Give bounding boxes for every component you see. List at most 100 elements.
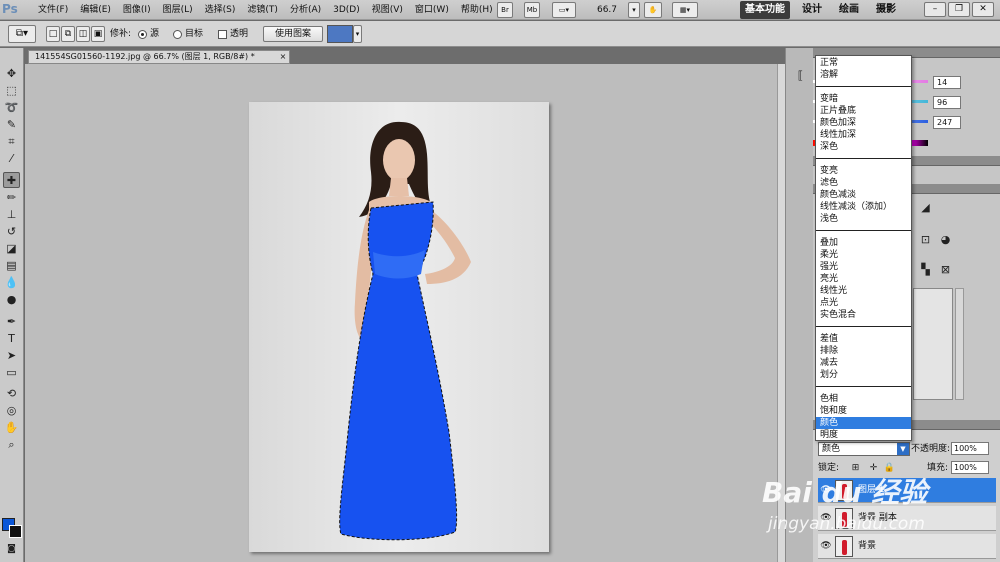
clone-stamp-tool-icon[interactable]: ⊥	[3, 207, 20, 223]
menu-item[interactable]: 3D(D)	[327, 0, 366, 20]
red-value-field[interactable]: 14	[933, 76, 961, 89]
transparent-checkbox[interactable]	[218, 30, 227, 39]
layer-row[interactable]: 👁 背景 副本	[818, 506, 996, 531]
menu-item[interactable]: 分析(A)	[284, 0, 327, 20]
subtract-selection-icon[interactable]: ◫	[76, 26, 90, 42]
blend-mode-option[interactable]: 浅色	[816, 213, 911, 225]
tool-preset-icon[interactable]: ⧉▾	[8, 25, 36, 43]
zoom-level[interactable]: 66.7	[590, 2, 624, 18]
blend-mode-option[interactable]: 色相	[816, 393, 911, 405]
pattern-dropdown-icon[interactable]: ▾	[353, 25, 362, 43]
blend-mode-option[interactable]: 差值	[816, 333, 911, 345]
blend-mode-option[interactable]: 滤色	[816, 177, 911, 189]
menu-item[interactable]: 视图(V)	[366, 0, 409, 20]
eyedropper-tool-icon[interactable]: ⁄	[3, 151, 20, 167]
blend-mode-option[interactable]: 正常	[816, 57, 911, 69]
canvas-workspace[interactable]	[25, 64, 777, 562]
crop-tool-icon[interactable]: ⌗	[3, 134, 20, 150]
blend-mode-option[interactable]: 颜色减淡	[816, 189, 911, 201]
fill-field[interactable]: 100%	[951, 461, 989, 474]
history-panel-icon[interactable]: ⟦	[792, 68, 809, 84]
blend-mode-option[interactable]: 柔光	[816, 249, 911, 261]
workspace-paint-button[interactable]: 绘画	[834, 1, 864, 19]
background-color-swatch[interactable]	[9, 525, 22, 538]
menu-item[interactable]: 选择(S)	[199, 0, 242, 20]
document-tab[interactable]: 141554SG01560-1192.jpg @ 66.7% (图层 1, RG…	[28, 50, 290, 64]
zoom-tool-icon[interactable]: ⌕	[3, 437, 20, 453]
dodge-tool-icon[interactable]: ●	[3, 292, 20, 308]
blend-mode-option[interactable]: 点光	[816, 297, 911, 309]
mini-bridge-button[interactable]: Mb	[524, 2, 540, 18]
blend-mode-option[interactable]: 叠加	[816, 237, 911, 249]
channel-mixer-icon[interactable]: ◕	[937, 232, 954, 248]
3d-orbit-tool-icon[interactable]: ◎	[3, 403, 20, 419]
view-extras-icon[interactable]: ▭▾	[552, 2, 576, 18]
blend-mode-option[interactable]: 亮光	[816, 273, 911, 285]
lock-position-icon[interactable]: ✛	[865, 460, 882, 476]
vertical-scrollbar[interactable]	[777, 64, 785, 562]
lock-all-icon[interactable]: 🔒	[881, 460, 898, 476]
minimize-icon[interactable]: –	[924, 2, 946, 17]
bridge-button[interactable]: Br	[497, 2, 513, 18]
close-tab-icon[interactable]: ×	[279, 52, 287, 61]
shape-tool-icon[interactable]: ▭	[3, 365, 20, 381]
use-pattern-button[interactable]: 使用图案	[263, 26, 323, 42]
hand-tool-icon[interactable]: ✋	[644, 2, 662, 18]
add-selection-icon[interactable]: ⧉	[61, 26, 75, 42]
levels-adjust-icon[interactable]: ◢	[917, 200, 934, 216]
blend-mode-option[interactable]: 强光	[816, 261, 911, 273]
new-selection-icon[interactable]: □	[46, 26, 60, 42]
menu-item[interactable]: 编辑(E)	[74, 0, 117, 20]
workspace-basic-button[interactable]: 基本功能	[740, 1, 790, 19]
blend-mode-option[interactable]: 线性减淡（添加）	[816, 201, 911, 213]
blend-mode-option[interactable]: 变亮	[816, 165, 911, 177]
green-value-field[interactable]: 96	[933, 96, 961, 109]
source-radio[interactable]	[138, 30, 147, 39]
gradient-tool-icon[interactable]: ▤	[3, 258, 20, 274]
path-selection-tool-icon[interactable]: ➤	[3, 348, 20, 364]
layer-row[interactable]: 👁 图层 1	[818, 478, 996, 503]
quick-mask-icon[interactable]: ◙	[3, 541, 20, 557]
move-tool-icon[interactable]: ✥	[3, 66, 20, 82]
blend-mode-option[interactable]: 线性加深	[816, 129, 911, 141]
invert-adjust-icon[interactable]: ▚	[917, 262, 934, 278]
blend-mode-option[interactable]: 划分	[816, 369, 911, 381]
pen-tool-icon[interactable]: ✒	[3, 314, 20, 330]
blend-mode-option[interactable]: 实色混合	[816, 309, 911, 321]
threshold-adjust-icon[interactable]: ⊠	[937, 262, 954, 278]
blend-mode-option[interactable]: 明度	[816, 429, 911, 441]
menu-item[interactable]: 窗口(W)	[409, 0, 455, 20]
pattern-picker-swatch[interactable]	[327, 25, 353, 43]
visibility-eye-icon[interactable]: 👁	[820, 484, 832, 496]
zoom-dropdown-icon[interactable]: ▾	[628, 2, 640, 18]
blend-mode-option[interactable]: 变暗	[816, 93, 911, 105]
menu-item[interactable]: 滤镜(T)	[241, 0, 284, 20]
arrange-documents-icon[interactable]: ▦▾	[672, 2, 698, 18]
blend-mode-option[interactable]: 饱和度	[816, 405, 911, 417]
blue-value-field[interactable]: 247	[933, 116, 961, 129]
blend-mode-option[interactable]: 溶解	[816, 69, 911, 81]
workspace-photo-button[interactable]: 摄影	[871, 1, 901, 19]
blend-mode-option[interactable]: 减去	[816, 357, 911, 369]
restore-icon[interactable]: ❐	[948, 2, 970, 17]
close-icon[interactable]: ✕	[972, 2, 994, 17]
blur-tool-icon[interactable]: 💧	[3, 275, 20, 291]
visibility-eye-icon[interactable]: 👁	[820, 540, 832, 552]
menu-item[interactable]: 图层(L)	[157, 0, 199, 20]
adjustments-scrollbar[interactable]	[955, 288, 964, 400]
blend-mode-option[interactable]: 颜色加深	[816, 117, 911, 129]
blend-mode-select[interactable]: 颜色 ▼	[818, 442, 910, 456]
brush-tool-icon[interactable]: ✏	[3, 190, 20, 206]
marquee-tool-icon[interactable]: ⬚	[3, 83, 20, 99]
blend-mode-option[interactable]: 正片叠底	[816, 105, 911, 117]
intersect-selection-icon[interactable]: ▣	[91, 26, 105, 42]
document-image[interactable]	[249, 102, 549, 552]
blend-mode-option[interactable]: 排除	[816, 345, 911, 357]
3d-rotate-tool-icon[interactable]: ⟲	[3, 386, 20, 402]
camera-adjust-icon[interactable]: ⊡	[917, 232, 934, 248]
eraser-tool-icon[interactable]: ◪	[3, 241, 20, 257]
lock-pixels-icon[interactable]: ⊞	[847, 460, 864, 476]
quick-selection-tool-icon[interactable]: ✎	[3, 117, 20, 133]
hand-tool-panel-icon[interactable]: ✋	[3, 420, 20, 436]
history-brush-tool-icon[interactable]: ↺	[3, 224, 20, 240]
